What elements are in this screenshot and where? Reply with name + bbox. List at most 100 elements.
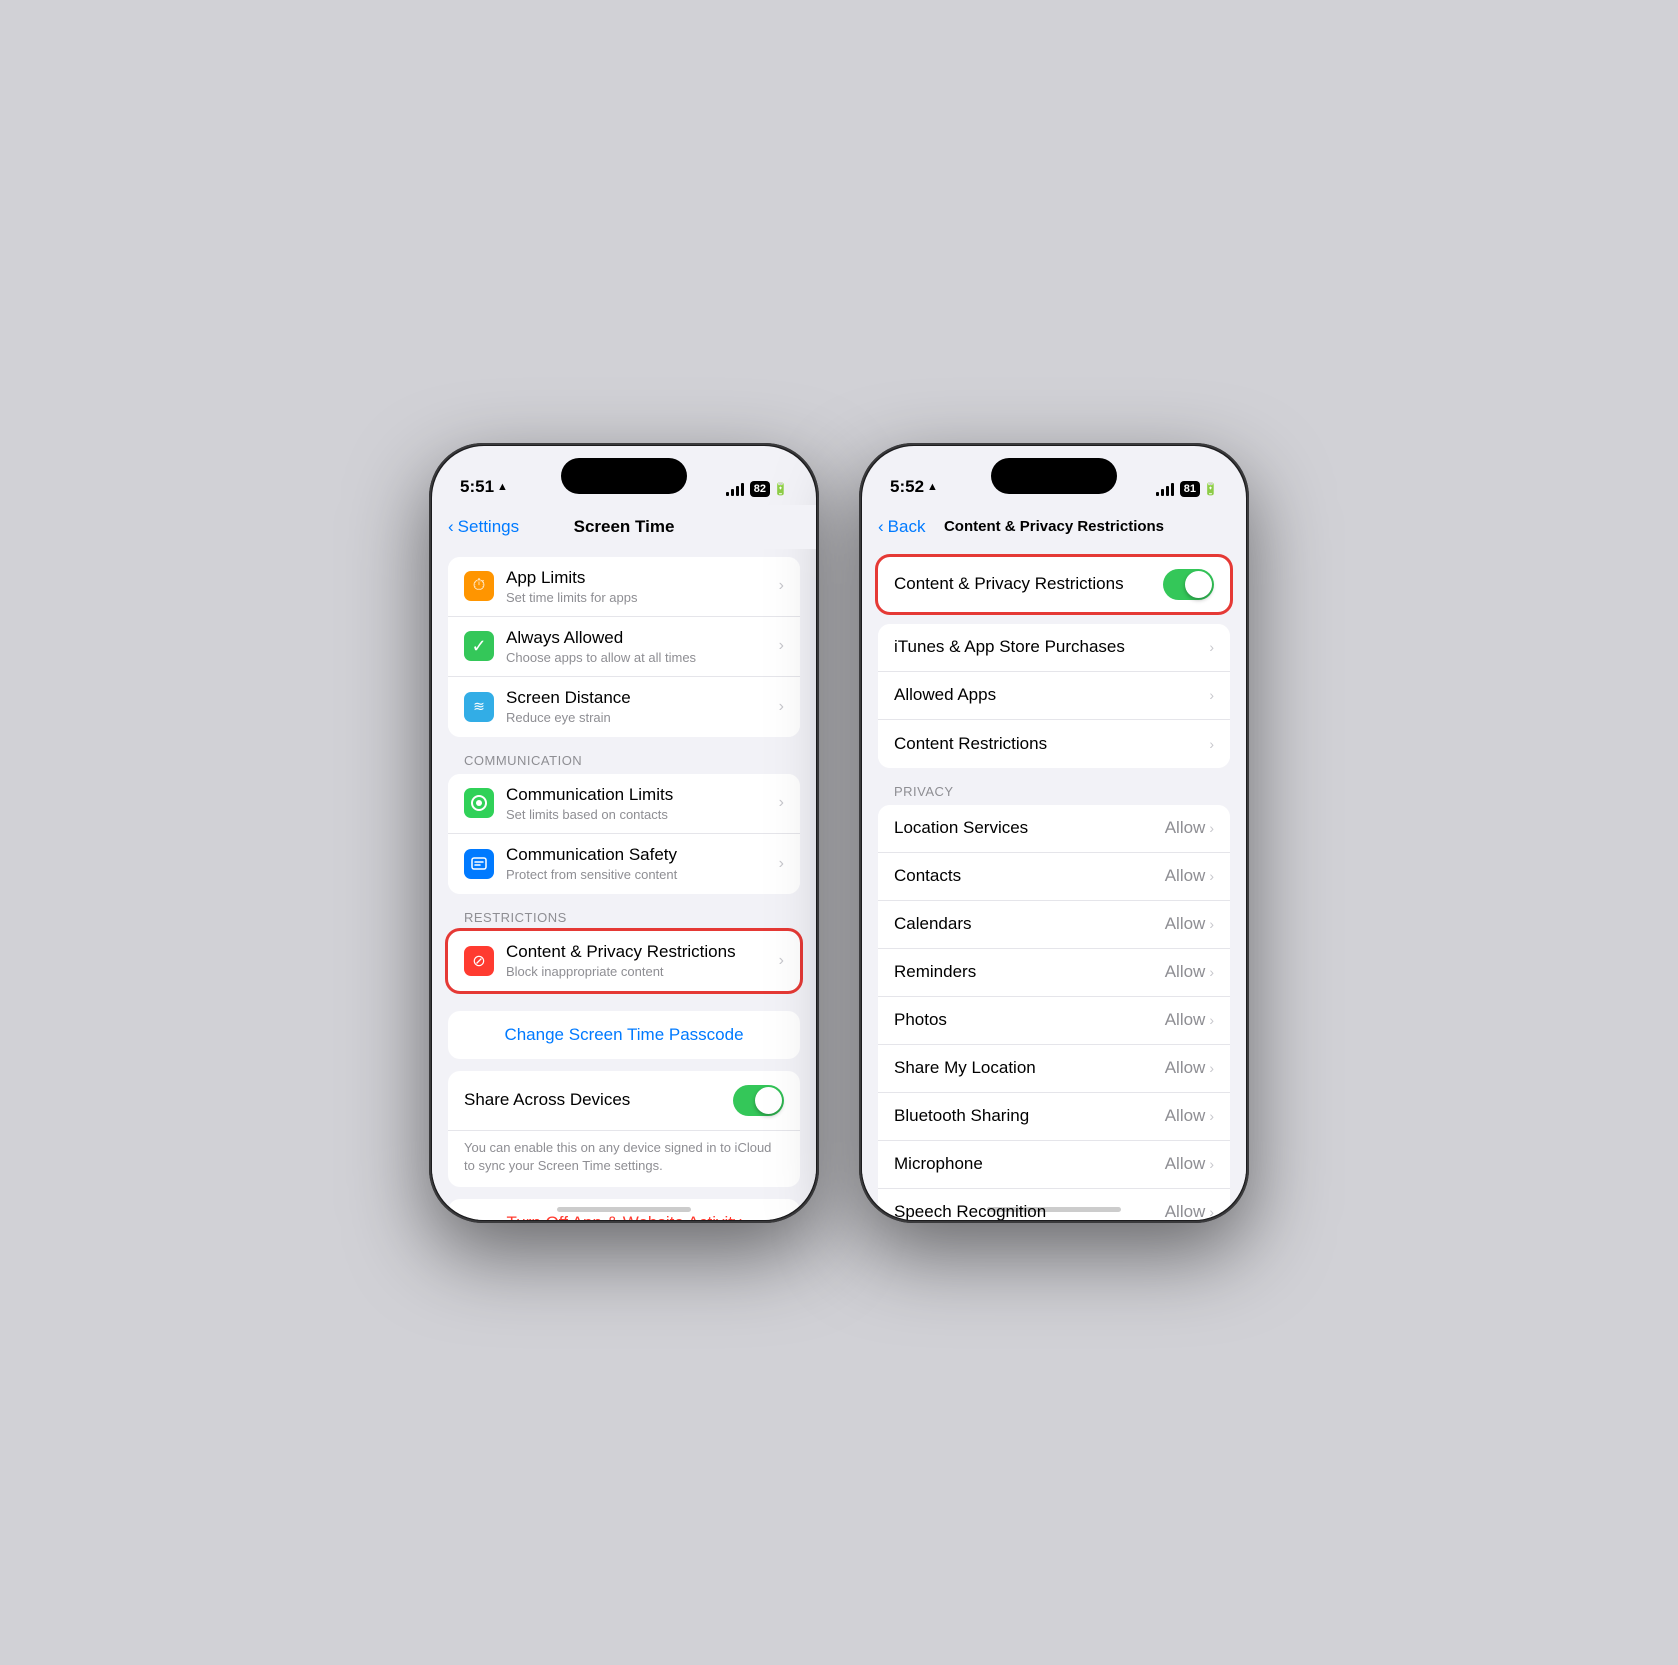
always-allowed-icon: ✓ bbox=[464, 631, 494, 661]
chevron-left-icon-2: ‹ bbox=[878, 517, 884, 537]
list-item-allowed-apps[interactable]: Allowed Apps › bbox=[878, 672, 1230, 720]
chevron-microphone: › bbox=[1209, 1156, 1214, 1172]
chevron-share-location: › bbox=[1209, 1060, 1214, 1076]
reminders-label: Reminders bbox=[894, 962, 1165, 982]
reminders-value: Allow bbox=[1165, 962, 1206, 982]
photos-label: Photos bbox=[894, 1010, 1165, 1030]
chevron-speech: › bbox=[1209, 1204, 1214, 1220]
content-privacy-icon: ⊘ bbox=[464, 946, 494, 976]
home-indicator-1 bbox=[557, 1207, 691, 1212]
location-arrow-2: ▲ bbox=[927, 481, 938, 493]
app-limits-title: App Limits bbox=[506, 568, 771, 588]
chevron-itunes: › bbox=[1209, 639, 1214, 655]
app-limits-subtitle: Set time limits for apps bbox=[506, 590, 771, 605]
status-icons-2: 81 🔋 bbox=[1156, 481, 1218, 497]
chevron-location: › bbox=[1209, 820, 1214, 836]
calendars-label: Calendars bbox=[894, 914, 1165, 934]
content-privacy-subtitle: Block inappropriate content bbox=[506, 964, 771, 979]
chevron-screen-distance: › bbox=[779, 698, 784, 716]
restrictions-header: RESTRICTIONS bbox=[432, 902, 816, 931]
always-allowed-subtitle: Choose apps to allow at all times bbox=[506, 650, 771, 665]
home-indicator-2 bbox=[987, 1207, 1121, 1212]
list-item-content-restrictions[interactable]: Content Restrictions › bbox=[878, 720, 1230, 768]
list-item-microphone[interactable]: Microphone Allow › bbox=[878, 1141, 1230, 1189]
chevron-photos: › bbox=[1209, 1012, 1214, 1028]
chevron-app-limits: › bbox=[779, 577, 784, 595]
list-item-always-allowed[interactable]: ✓ Always Allowed Choose apps to allow at… bbox=[448, 617, 800, 677]
content-privacy-toggle-row: Content & Privacy Restrictions bbox=[878, 557, 1230, 612]
contacts-value: Allow bbox=[1165, 866, 1206, 886]
list-item-photos[interactable]: Photos Allow › bbox=[878, 997, 1230, 1045]
list-item-contacts[interactable]: Contacts Allow › bbox=[878, 853, 1230, 901]
chevron-always-allowed: › bbox=[779, 637, 784, 655]
list-item-comm-safety[interactable]: Communication Safety Protect from sensit… bbox=[448, 834, 800, 894]
location-arrow-1: ▲ bbox=[497, 481, 508, 493]
share-devices-row: Share Across Devices bbox=[448, 1071, 800, 1131]
chevron-content-privacy: › bbox=[779, 952, 784, 970]
bluetooth-value: Allow bbox=[1165, 1106, 1206, 1126]
list-item-content-privacy[interactable]: ⊘ Content & Privacy Restrictions Block i… bbox=[448, 931, 800, 991]
comm-limits-title: Communication Limits bbox=[506, 785, 771, 805]
nav-back-1[interactable]: ‹ Settings bbox=[448, 517, 519, 537]
contacts-label: Contacts bbox=[894, 866, 1165, 886]
share-toggle[interactable] bbox=[733, 1085, 784, 1116]
chevron-allowed-apps: › bbox=[1209, 687, 1214, 703]
dynamic-island-2 bbox=[991, 458, 1117, 494]
content-area-1: ⏱ App Limits Set time limits for apps › … bbox=[432, 549, 816, 1220]
battery-2: 81 🔋 bbox=[1180, 481, 1218, 497]
photos-value: Allow bbox=[1165, 1010, 1206, 1030]
privacy-section-header: PRIVACY bbox=[862, 776, 1246, 805]
comm-limits-subtitle: Set limits based on contacts bbox=[506, 807, 771, 822]
share-label: Share Across Devices bbox=[464, 1090, 630, 1110]
nav-title-2: Content & Privacy Restrictions bbox=[944, 518, 1164, 535]
location-value: Allow bbox=[1165, 818, 1206, 838]
comm-safety-subtitle: Protect from sensitive content bbox=[506, 867, 771, 882]
chevron-comm-safety: › bbox=[779, 855, 784, 873]
list-item-reminders[interactable]: Reminders Allow › bbox=[878, 949, 1230, 997]
screen-distance-title: Screen Distance bbox=[506, 688, 771, 708]
nav-back-2[interactable]: ‹ Back bbox=[878, 517, 925, 537]
dynamic-island-1 bbox=[561, 458, 687, 494]
list-item-calendars[interactable]: Calendars Allow › bbox=[878, 901, 1230, 949]
toggle-label: Content & Privacy Restrictions bbox=[894, 574, 1124, 594]
chevron-bluetooth: › bbox=[1209, 1108, 1214, 1124]
toggle-knob-2 bbox=[1185, 571, 1212, 598]
share-location-label: Share My Location bbox=[894, 1058, 1165, 1078]
phone-2-screen: 5:52 ▲ 81 🔋 ‹ Back bbox=[862, 446, 1246, 1220]
content-privacy-title: Content & Privacy Restrictions bbox=[506, 942, 771, 962]
bluetooth-label: Bluetooth Sharing bbox=[894, 1106, 1165, 1126]
list-item-bluetooth[interactable]: Bluetooth Sharing Allow › bbox=[878, 1093, 1230, 1141]
top-priv-group: iTunes & App Store Purchases › Allowed A… bbox=[878, 624, 1230, 768]
chevron-left-icon-1: ‹ bbox=[448, 517, 454, 537]
signal-bars-2 bbox=[1156, 482, 1174, 496]
comm-safety-icon bbox=[464, 849, 494, 879]
nav-title-1: Screen Time bbox=[574, 517, 675, 537]
communication-list-group: Communication Limits Set limits based on… bbox=[448, 774, 800, 894]
calendars-value: Allow bbox=[1165, 914, 1206, 934]
share-subtitle: You can enable this on any device signed… bbox=[464, 1140, 771, 1173]
microphone-label: Microphone bbox=[894, 1154, 1165, 1174]
list-item-comm-limits[interactable]: Communication Limits Set limits based on… bbox=[448, 774, 800, 834]
phone-1: 5:51 ▲ 82 🔋 ‹ Settings bbox=[429, 443, 819, 1223]
location-label: Location Services bbox=[894, 818, 1165, 838]
list-item-itunes[interactable]: iTunes & App Store Purchases › bbox=[878, 624, 1230, 672]
list-item-speech[interactable]: Speech Recognition Allow › bbox=[878, 1189, 1230, 1220]
list-item-screen-distance[interactable]: ≋ Screen Distance Reduce eye strain › bbox=[448, 677, 800, 737]
battery-1: 82 🔋 bbox=[750, 481, 788, 497]
signal-bars-1 bbox=[726, 482, 744, 496]
list-item-share-location[interactable]: Share My Location Allow › bbox=[878, 1045, 1230, 1093]
chevron-content-restrictions: › bbox=[1209, 736, 1214, 752]
status-icons-1: 82 🔋 bbox=[726, 481, 788, 497]
comm-safety-title: Communication Safety bbox=[506, 845, 771, 865]
list-item-location[interactable]: Location Services Allow › bbox=[878, 805, 1230, 853]
share-location-value: Allow bbox=[1165, 1058, 1206, 1078]
list-item-app-limits[interactable]: ⏱ App Limits Set time limits for apps › bbox=[448, 557, 800, 617]
communication-header: COMMUNICATION bbox=[432, 745, 816, 774]
comm-limits-icon bbox=[464, 788, 494, 818]
content-privacy-toggle[interactable] bbox=[1163, 569, 1214, 600]
itunes-label: iTunes & App Store Purchases bbox=[894, 637, 1209, 657]
nav-bar-1: ‹ Settings Screen Time bbox=[432, 505, 816, 549]
chevron-contacts: › bbox=[1209, 868, 1214, 884]
change-passcode-link[interactable]: Change Screen Time Passcode bbox=[448, 1011, 800, 1059]
share-subtitle-row: You can enable this on any device signed… bbox=[448, 1131, 800, 1187]
